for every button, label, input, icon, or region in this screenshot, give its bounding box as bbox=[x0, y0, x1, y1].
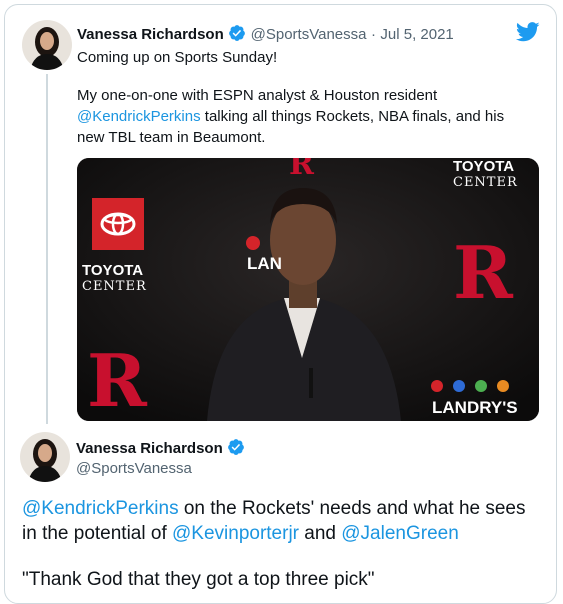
separator-dot: · bbox=[370, 26, 376, 43]
tweet-date[interactable]: Jul 5, 2021 bbox=[380, 26, 453, 43]
backdrop-landrys: LANDRY'S bbox=[432, 398, 518, 417]
tweet-header: Vanessa Richardson @SportsVanessa · Jul … bbox=[77, 24, 454, 47]
quote-header: Vanessa Richardson bbox=[76, 438, 245, 461]
author-handle[interactable]: @SportsVanessa bbox=[251, 26, 367, 43]
quote-author-avatar[interactable] bbox=[20, 432, 70, 482]
backdrop-center: CENTER bbox=[82, 279, 147, 294]
mention-jalengreen[interactable]: @JalenGreen bbox=[341, 523, 459, 544]
mention-kendrickperkins[interactable]: @KendrickPerkins bbox=[22, 498, 179, 519]
mention-kendrickperkins[interactable]: @KendrickPerkins bbox=[77, 108, 201, 125]
backdrop-lan: LAN bbox=[247, 254, 282, 273]
quote-line1-rest: on the Rockets' needs and what he sees bbox=[178, 498, 526, 519]
backdrop-center-right: CENTER bbox=[453, 175, 518, 190]
author-avatar[interactable] bbox=[22, 20, 72, 70]
quote-author-name[interactable]: Vanessa Richardson bbox=[76, 440, 223, 457]
quote-line1: @KendrickPerkins on the Rockets' needs a… bbox=[22, 496, 526, 521]
media-video-thumbnail[interactable]: R R R TOYOTA CENTER TOYOTA CENTER LAN LA… bbox=[77, 158, 539, 421]
tweet-line1: Coming up on Sports Sunday! bbox=[77, 49, 278, 66]
verified-badge-icon bbox=[228, 24, 246, 47]
backdrop-toyota-right: TOYOTA bbox=[453, 158, 515, 175]
quote-author-handle[interactable]: @SportsVanessa bbox=[76, 460, 192, 477]
quote-line2-start: in the potential of bbox=[22, 523, 172, 544]
quote-line2: in the potential of @Kevinporterjr and @… bbox=[22, 521, 459, 546]
mention-kevinporterjr[interactable]: @Kevinporterjr bbox=[172, 523, 299, 544]
twitter-bird-icon[interactable] bbox=[515, 22, 540, 47]
tweet-body-line3: new TBL team in Beaumont. bbox=[77, 129, 266, 146]
svg-text:R: R bbox=[289, 158, 315, 182]
backdrop-toyota: TOYOTA bbox=[82, 262, 144, 279]
svg-text:R: R bbox=[453, 230, 514, 315]
svg-text:R: R bbox=[87, 338, 148, 421]
quote-text: "Thank God that they got a top three pic… bbox=[22, 569, 375, 590]
author-name[interactable]: Vanessa Richardson bbox=[77, 26, 224, 43]
tweet-body-line2: @KendrickPerkins talking all things Rock… bbox=[77, 107, 504, 127]
quote-line2-and: and bbox=[299, 523, 342, 544]
tweet-body-line1: My one-on-one with ESPN analyst & Housto… bbox=[77, 87, 438, 104]
tweet-body-line2-rest: talking all things Rockets, NBA finals, … bbox=[200, 108, 505, 125]
thread-line bbox=[46, 74, 48, 424]
verified-badge-icon bbox=[227, 438, 245, 461]
